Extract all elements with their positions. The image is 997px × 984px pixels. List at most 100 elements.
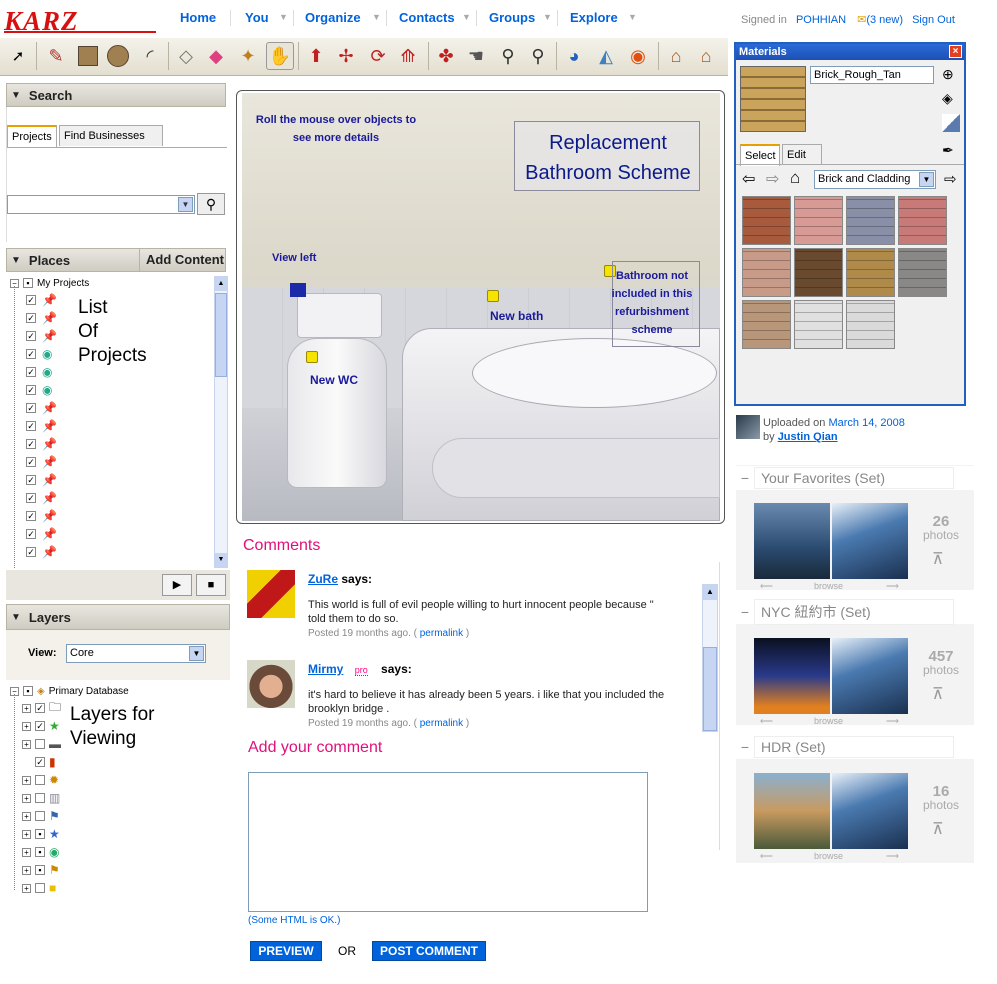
bathroom-photo[interactable]: Replacement Bathroom Scheme Roll the mou… — [242, 93, 720, 521]
permalink-link[interactable]: permalink — [420, 718, 463, 729]
checkbox[interactable]: ✓ — [26, 403, 36, 413]
comment-textarea[interactable] — [248, 772, 648, 912]
previous-view-icon[interactable]: ◭ — [592, 42, 620, 70]
primary-database-label[interactable]: Primary Database — [49, 686, 129, 697]
zoom-extents-icon[interactable]: ⚲ — [524, 42, 552, 70]
material-swatch[interactable] — [742, 248, 791, 297]
checkbox[interactable]: ▪ — [35, 865, 45, 875]
stop-icon[interactable]: ■ — [196, 574, 226, 596]
vertical-scrollbar[interactable]: ▲ — [702, 584, 718, 732]
comment-user-link[interactable]: ZuRe — [308, 572, 338, 586]
pro-badge[interactable]: pro — [354, 665, 368, 676]
eyedropper-icon[interactable]: ✒ — [942, 142, 954, 159]
toilet-cistern[interactable] — [297, 293, 382, 338]
checkbox[interactable]: ✓ — [26, 349, 36, 359]
checkbox[interactable]: ✓ — [26, 547, 36, 557]
eraser-icon[interactable]: ◇ — [172, 42, 200, 70]
mail-icon[interactable]: ✉ — [857, 14, 866, 26]
checkbox[interactable] — [35, 883, 45, 893]
expand-icon[interactable]: + — [22, 811, 31, 821]
chevron-down-icon[interactable]: ▼ — [178, 197, 193, 212]
collapse-icon[interactable]: − — [736, 470, 754, 486]
checkbox[interactable]: ✓ — [26, 331, 36, 341]
checkbox[interactable] — [35, 739, 45, 749]
chevron-down-icon[interactable]: ▼ — [189, 646, 204, 661]
checkbox[interactable]: ✓ — [35, 757, 45, 767]
expand-icon[interactable]: + — [22, 883, 31, 893]
upload-date-link[interactable]: March 14, 2008 — [828, 417, 904, 429]
set-thumbnail[interactable] — [754, 638, 830, 714]
checkbox[interactable]: ✓ — [35, 703, 45, 713]
expand-icon[interactable]: + — [22, 703, 31, 713]
new-bath-label[interactable]: New bath — [490, 307, 543, 325]
material-swatch[interactable] — [742, 196, 791, 245]
chevron-down-icon[interactable]: ▼ — [462, 12, 471, 22]
checkbox[interactable]: ▪ — [35, 847, 45, 857]
pencil-icon[interactable]: ✎ — [42, 42, 70, 70]
nav-organize[interactable]: Organize — [305, 10, 361, 26]
layers-panel-header[interactable]: ▼ Layers — [6, 604, 230, 630]
avatar[interactable] — [736, 415, 760, 439]
pan-icon[interactable]: ☚ — [462, 42, 490, 70]
checkbox[interactable]: ✓ — [26, 439, 36, 449]
orbit-icon[interactable]: ✤ — [432, 42, 460, 70]
material-swatch[interactable] — [794, 300, 843, 349]
material-swatch[interactable] — [898, 248, 947, 297]
zoom-icon[interactable]: ⚲ — [494, 42, 522, 70]
slideshow-icon[interactable]: ⊼ — [932, 549, 944, 569]
scroll-up-icon[interactable]: ▲ — [215, 277, 227, 291]
set-thumbnail[interactable] — [832, 503, 908, 579]
set-thumbnail[interactable] — [832, 773, 908, 849]
back-arrow-icon[interactable]: ⇦ — [742, 169, 755, 189]
scroll-thumb[interactable] — [215, 293, 227, 377]
view-left-label[interactable]: View left — [272, 249, 316, 267]
checkbox[interactable]: ✓ — [26, 529, 36, 539]
comment-user-link[interactable]: Mirmy — [308, 662, 343, 676]
tree-root-label[interactable]: My Projects — [37, 278, 89, 289]
expand-icon[interactable]: + — [22, 721, 31, 731]
tab-projects[interactable]: Projects — [7, 125, 57, 147]
scroll-down-icon[interactable]: ▼ — [215, 553, 227, 567]
expand-icon[interactable]: + — [22, 865, 31, 875]
permalink-link[interactable]: permalink — [420, 628, 463, 639]
details-arrow-icon[interactable]: ⇨ — [944, 170, 957, 188]
browse-link[interactable]: browse — [814, 851, 843, 861]
checkbox[interactable]: ✓ — [26, 295, 36, 305]
checkbox[interactable]: ✓ — [26, 493, 36, 503]
checkbox[interactable]: ✓ — [26, 313, 36, 323]
slideshow-icon[interactable]: ⊼ — [932, 819, 944, 839]
tab-edit[interactable]: Edit — [782, 144, 822, 165]
home-icon[interactable]: ⌂ — [790, 168, 800, 188]
forward-arrow-icon[interactable]: ⇨ — [766, 169, 779, 189]
expand-icon[interactable]: + — [22, 829, 31, 839]
places-panel-header[interactable]: ▼ Places Add Content — [6, 248, 226, 272]
close-icon[interactable]: × — [949, 45, 962, 58]
chevron-down-icon[interactable]: ▼ — [919, 172, 934, 187]
new-wc-label[interactable]: New WC — [310, 371, 358, 389]
uploader-link[interactable]: Justin Qian — [778, 431, 838, 443]
scroll-thumb[interactable] — [703, 647, 717, 731]
checkbox[interactable]: ✓ — [35, 721, 45, 731]
prev-arrow-icon[interactable]: ⟵ — [760, 581, 773, 592]
expand-icon[interactable]: + — [22, 793, 31, 803]
material-swatch[interactable] — [742, 300, 791, 349]
search-button[interactable]: ⚲ — [197, 193, 225, 215]
nav-you[interactable]: You — [245, 10, 269, 26]
view-select[interactable]: Core ▼ — [66, 644, 206, 663]
nav-explore[interactable]: Explore — [570, 10, 618, 26]
tape-measure-icon[interactable]: ✦ — [234, 42, 262, 70]
checkbox[interactable]: ✓ — [26, 475, 36, 485]
select-icon[interactable]: ➚ — [4, 42, 32, 70]
preview-button[interactable]: PREVIEW — [250, 941, 322, 961]
material-swatch[interactable] — [846, 248, 895, 297]
warehouse-icon[interactable]: ⌂ — [662, 42, 690, 70]
earth-icon[interactable]: ◕ — [560, 42, 588, 70]
next-arrow-icon[interactable]: ⟶ — [886, 851, 899, 862]
share-model-icon[interactable]: ⌂ — [692, 42, 720, 70]
arrow-left-icon[interactable] — [290, 283, 306, 297]
prev-arrow-icon[interactable]: ⟵ — [760, 716, 773, 727]
avatar[interactable] — [247, 660, 295, 708]
tab-find-businesses[interactable]: Find Businesses — [59, 125, 163, 146]
material-swatch[interactable] — [898, 196, 947, 245]
set-title[interactable]: HDR (Set) — [754, 736, 954, 758]
